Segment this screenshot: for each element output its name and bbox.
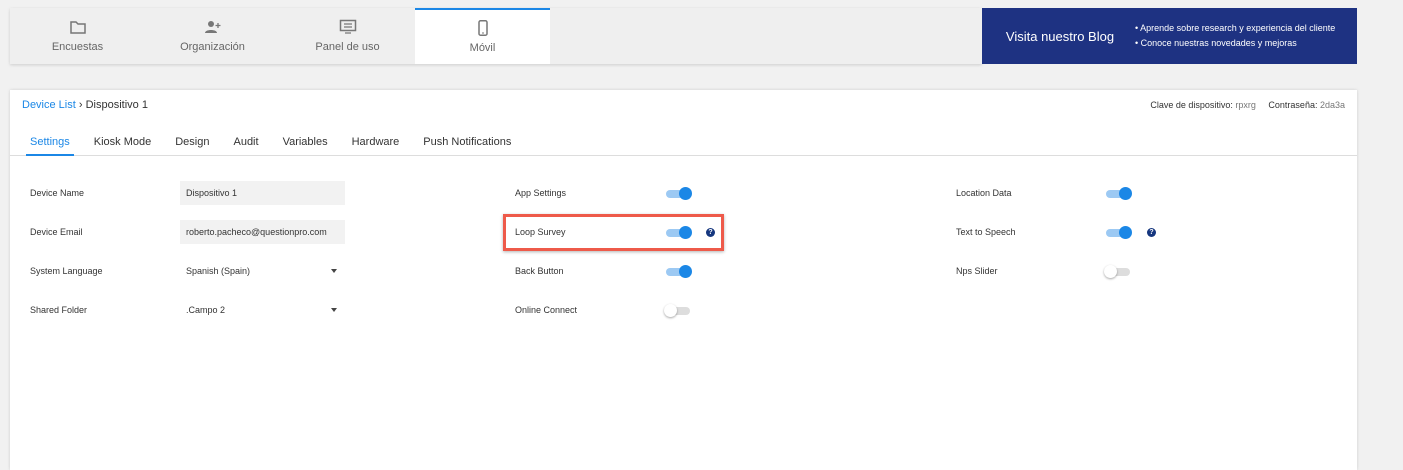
monitor-icon (339, 19, 356, 34)
nav-label: Panel de uso (315, 41, 380, 53)
app-settings-label: App Settings (515, 188, 567, 198)
device-card: Device List › Dispositivo 1 Clave de dis… (10, 90, 1357, 470)
tts-toggle[interactable] (1106, 226, 1132, 239)
location-data-label: Location Data (956, 188, 1012, 198)
breadcrumb-device-list[interactable]: Device List (22, 99, 76, 111)
blog-bullet: Conoce nuestras novedades y mejoras (1135, 36, 1335, 51)
tab-audit[interactable]: Audit (221, 130, 270, 156)
device-password: 2da3a (1319, 100, 1345, 110)
back-button-label: Back Button (515, 266, 564, 276)
system-language-select[interactable]: Spanish (Spain) (180, 259, 345, 283)
device-email-label: Device Email (30, 227, 83, 237)
device-meta: Clave de dispositivo: rpxrg Contraseña: … (1150, 100, 1345, 110)
help-icon[interactable]: ? (706, 228, 715, 237)
chevron-right-icon: › (78, 99, 83, 111)
back-button-toggle[interactable] (666, 265, 692, 278)
loop-survey-label: Loop Survey (515, 227, 566, 237)
blog-banner[interactable]: Visita nuestro Blog Aprende sobre resear… (982, 8, 1357, 64)
nps-slider-label: Nps Slider (956, 266, 998, 276)
nav-label: Encuestas (51, 41, 104, 53)
nav-label: Organización (180, 41, 245, 53)
blog-title: Visita nuestro Blog (1005, 28, 1115, 44)
folder-icon (69, 21, 86, 34)
online-connect-label: Online Connect (515, 305, 578, 315)
settings-tabs: Settings Kiosk Mode Design Audit Variabl… (10, 130, 1357, 156)
nav-label: Móvil (469, 42, 496, 54)
tab-kiosk-mode[interactable]: Kiosk Mode (82, 130, 163, 156)
tab-variables[interactable]: Variables (271, 130, 340, 156)
system-language-label: System Language (30, 266, 103, 276)
help-icon[interactable]: ? (1147, 228, 1156, 237)
shared-folder-label: Shared Folder (30, 305, 88, 315)
online-connect-toggle[interactable] (664, 304, 690, 317)
app-settings-toggle[interactable] (666, 187, 692, 200)
breadcrumb-current: Dispositivo 1 (85, 99, 148, 111)
breadcrumb: Device List › Dispositivo 1 (22, 99, 148, 111)
blog-bullet: Aprende sobre research y experiencia del… (1135, 21, 1335, 36)
shared-folder-select[interactable]: .Campo 2 (180, 298, 345, 322)
password-label: Contraseña: (1268, 100, 1318, 110)
location-data-toggle[interactable] (1106, 187, 1132, 200)
loop-survey-toggle[interactable] (666, 226, 692, 239)
nav-movil[interactable]: Móvil (415, 8, 550, 64)
tab-push-notifications[interactable]: Push Notifications (411, 130, 523, 156)
nps-slider-toggle[interactable] (1104, 265, 1130, 278)
nav-organizacion[interactable]: Organización (145, 8, 280, 64)
tab-hardware[interactable]: Hardware (340, 130, 412, 156)
add-user-icon (204, 21, 220, 33)
mobile-icon (477, 20, 488, 36)
nav-panel-de-uso[interactable]: Panel de uso (280, 8, 415, 64)
tts-label: Text to Speech (956, 227, 1016, 237)
nav-encuestas[interactable]: Encuestas (10, 8, 145, 64)
device-name-label: Device Name (30, 188, 85, 198)
key-label: Clave de dispositivo: (1150, 100, 1233, 110)
top-nav: Encuestas Organización Panel de uso Móvi… (10, 8, 982, 64)
device-email-input[interactable]: roberto.pacheco@questionpro.com (180, 220, 345, 244)
tab-design[interactable]: Design (163, 130, 221, 156)
tab-settings[interactable]: Settings (26, 130, 74, 156)
device-name-input[interactable]: Dispositivo 1 (180, 181, 345, 205)
device-key: rpxrg (1235, 100, 1256, 110)
